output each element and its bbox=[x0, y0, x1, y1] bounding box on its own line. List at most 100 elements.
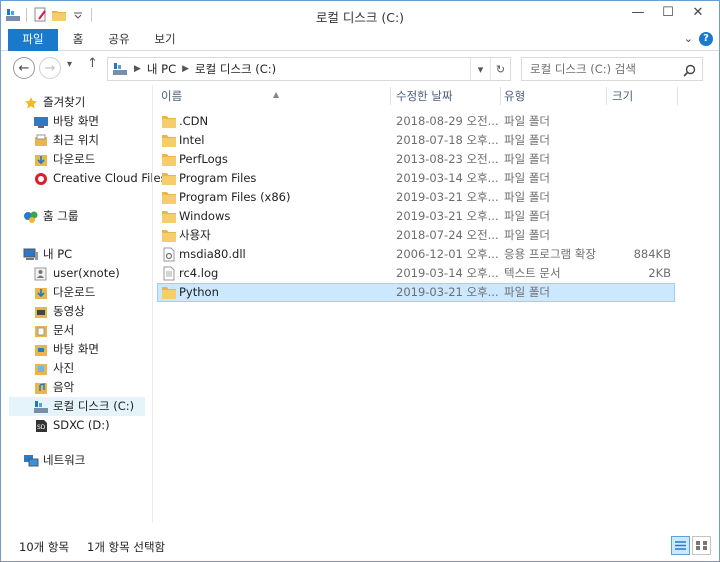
nav-item-local-disk[interactable]: 로컬 디스크 (C:) bbox=[9, 397, 145, 416]
column-header-name[interactable]: 이름 ▲ bbox=[161, 85, 391, 107]
file-row[interactable]: Program Files 2019-03-14 오후... 파일 폴더 bbox=[157, 169, 677, 188]
file-date: 2019-03-21 오후... bbox=[396, 209, 499, 223]
user-folder-icon bbox=[33, 266, 49, 282]
search-icon[interactable] bbox=[683, 62, 696, 84]
column-header-date[interactable]: 수정한 날짜 bbox=[396, 85, 502, 107]
ribbon-right-controls: ⌄ ? bbox=[684, 32, 713, 46]
maximize-button[interactable]: ☐ bbox=[653, 1, 683, 23]
pictures-icon bbox=[33, 361, 49, 377]
documents-icon bbox=[33, 323, 49, 339]
search-placeholder: 로컬 디스크 (C:) 검색 bbox=[530, 62, 636, 76]
column-separator[interactable] bbox=[606, 87, 607, 105]
file-row[interactable]: .CDN 2018-08-29 오전... 파일 폴더 bbox=[157, 112, 677, 131]
column-separator[interactable] bbox=[390, 87, 391, 105]
file-name: rc4.log bbox=[179, 266, 219, 280]
file-row[interactable]: Program Files (x86) 2019-03-21 오후... 파일 … bbox=[157, 188, 677, 207]
close-button[interactable]: ✕ bbox=[683, 1, 713, 23]
refresh-button[interactable]: ↻ bbox=[490, 58, 510, 80]
folder-icon bbox=[161, 285, 177, 300]
search-box[interactable]: 로컬 디스크 (C:) 검색 bbox=[521, 57, 703, 81]
explorer-window: 로컬 디스크 (C:) — ☐ ✕ 파일 홈 공유 보기 ⌄ ? ← → ▾ ↑… bbox=[0, 0, 720, 562]
breadcrumb-separator[interactable]: ▶ bbox=[134, 64, 141, 74]
file-date: 2019-03-21 오후... bbox=[396, 190, 499, 204]
nav-network[interactable]: 네트워크 bbox=[23, 451, 173, 470]
breadcrumb-this-pc[interactable]: 내 PC bbox=[147, 61, 176, 77]
file-size: 2KB bbox=[648, 266, 671, 280]
homegroup-icon bbox=[23, 209, 39, 225]
pane-divider[interactable] bbox=[152, 85, 153, 523]
breadcrumb-separator[interactable]: ▶ bbox=[182, 64, 189, 74]
dll-file-icon bbox=[161, 247, 177, 262]
desktop-folder-icon bbox=[33, 342, 49, 358]
file-row[interactable]: PerfLogs 2013-08-23 오전... 파일 폴더 bbox=[157, 150, 677, 169]
file-type: 파일 폴더 bbox=[504, 190, 550, 204]
nav-this-pc[interactable]: 내 PC bbox=[23, 245, 173, 264]
file-date: 2019-03-14 오후... bbox=[396, 171, 499, 185]
ribbon-tabs: 파일 홈 공유 보기 ⌄ ? bbox=[1, 29, 719, 51]
file-size: 884KB bbox=[633, 247, 671, 261]
column-header-type[interactable]: 유형 bbox=[504, 85, 604, 107]
network-icon bbox=[23, 453, 39, 469]
nav-favorites[interactable]: 즐겨찾기 bbox=[23, 93, 173, 112]
folder-icon bbox=[161, 133, 177, 148]
pc-icon bbox=[112, 62, 128, 76]
ribbon-expand-button[interactable]: ⌄ bbox=[684, 32, 693, 46]
file-date: 2013-08-23 오전... bbox=[396, 152, 499, 166]
help-icon[interactable]: ? bbox=[699, 32, 713, 46]
tab-file[interactable]: 파일 bbox=[8, 29, 58, 51]
address-bar[interactable]: ▶ 내 PC ▶ 로컬 디스크 (C:) ▾ ↻ bbox=[107, 57, 511, 81]
file-date: 2019-03-21 오후... bbox=[396, 285, 499, 299]
folder-icon bbox=[161, 190, 177, 205]
address-end-buttons: ▾ ↻ bbox=[470, 58, 510, 80]
file-date: 2019-03-14 오후... bbox=[396, 266, 499, 280]
file-row-selected[interactable]: Python 2019-03-21 오후... 파일 폴더 bbox=[157, 283, 675, 302]
folder-icon bbox=[161, 209, 177, 224]
file-row[interactable]: Windows 2019-03-21 오후... 파일 폴더 bbox=[157, 207, 677, 226]
file-name: Windows bbox=[179, 209, 231, 223]
breadcrumb-local-disk[interactable]: 로컬 디스크 (C:) bbox=[195, 61, 276, 77]
nav-homegroup[interactable]: 홈 그룹 bbox=[23, 207, 173, 226]
recent-locations-button[interactable]: ▾ bbox=[67, 59, 72, 70]
file-name: .CDN bbox=[179, 114, 209, 128]
file-type: 파일 폴더 bbox=[504, 209, 550, 223]
file-row[interactable]: rc4.log 2019-03-14 오후... 텍스트 문서 2KB bbox=[157, 264, 677, 283]
file-type: 텍스트 문서 bbox=[504, 266, 561, 280]
column-header-size[interactable]: 크기 bbox=[612, 85, 676, 107]
file-type: 응용 프로그램 확장 bbox=[504, 247, 596, 261]
file-date: 2006-12-01 오후... bbox=[396, 247, 499, 261]
details-view-icon bbox=[675, 541, 686, 550]
file-row[interactable]: Intel 2018-07-18 오후... 파일 폴더 bbox=[157, 131, 677, 150]
large-icons-view-button[interactable] bbox=[692, 536, 711, 555]
sort-ascending-icon: ▲ bbox=[273, 90, 280, 99]
file-list: 이름 ▲ 수정한 날짜 유형 크기 .CDN 2018-08-29 오전... … bbox=[157, 85, 681, 523]
file-row[interactable]: msdia80.dll 2006-12-01 오후... 응용 프로그램 확장 … bbox=[157, 245, 677, 264]
item-count: 10개 항목 bbox=[19, 540, 70, 554]
navigation-bar: ← → ▾ ↑ ▶ 내 PC ▶ 로컬 디스크 (C:) ▾ ↻ 로컬 디스크 … bbox=[1, 52, 719, 84]
forward-button[interactable]: → bbox=[39, 57, 61, 79]
file-row[interactable]: 사용자 2018-07-24 오전... 파일 폴더 bbox=[157, 226, 677, 245]
back-button[interactable]: ← bbox=[13, 57, 35, 79]
minimize-button[interactable]: — bbox=[623, 1, 653, 23]
view-toggle bbox=[671, 536, 711, 555]
address-dropdown-button[interactable]: ▾ bbox=[470, 58, 490, 80]
file-name: msdia80.dll bbox=[179, 247, 246, 261]
folder-icon bbox=[161, 228, 177, 243]
folder-icon bbox=[161, 152, 177, 167]
column-separator[interactable] bbox=[500, 87, 501, 105]
folder-icon bbox=[161, 114, 177, 129]
drive-icon bbox=[33, 399, 49, 415]
column-separator[interactable] bbox=[677, 87, 678, 105]
recent-places-icon bbox=[33, 133, 49, 149]
tab-share[interactable]: 공유 bbox=[101, 29, 137, 51]
up-button[interactable]: ↑ bbox=[87, 56, 98, 71]
navigation-pane: 즐겨찾기 바탕 화면 최근 위치 다운로드 Creative Cloud Fil… bbox=[1, 85, 167, 523]
text-file-icon bbox=[161, 266, 177, 281]
details-view-button[interactable] bbox=[671, 536, 690, 555]
file-name: Intel bbox=[179, 133, 205, 147]
file-type: 파일 폴더 bbox=[504, 228, 550, 242]
window-controls: — ☐ ✕ bbox=[623, 1, 713, 23]
tab-home[interactable]: 홈 bbox=[63, 29, 93, 51]
large-icons-view-icon bbox=[696, 541, 707, 550]
sd-card-icon: SD bbox=[33, 418, 49, 434]
tab-view[interactable]: 보기 bbox=[145, 29, 185, 51]
